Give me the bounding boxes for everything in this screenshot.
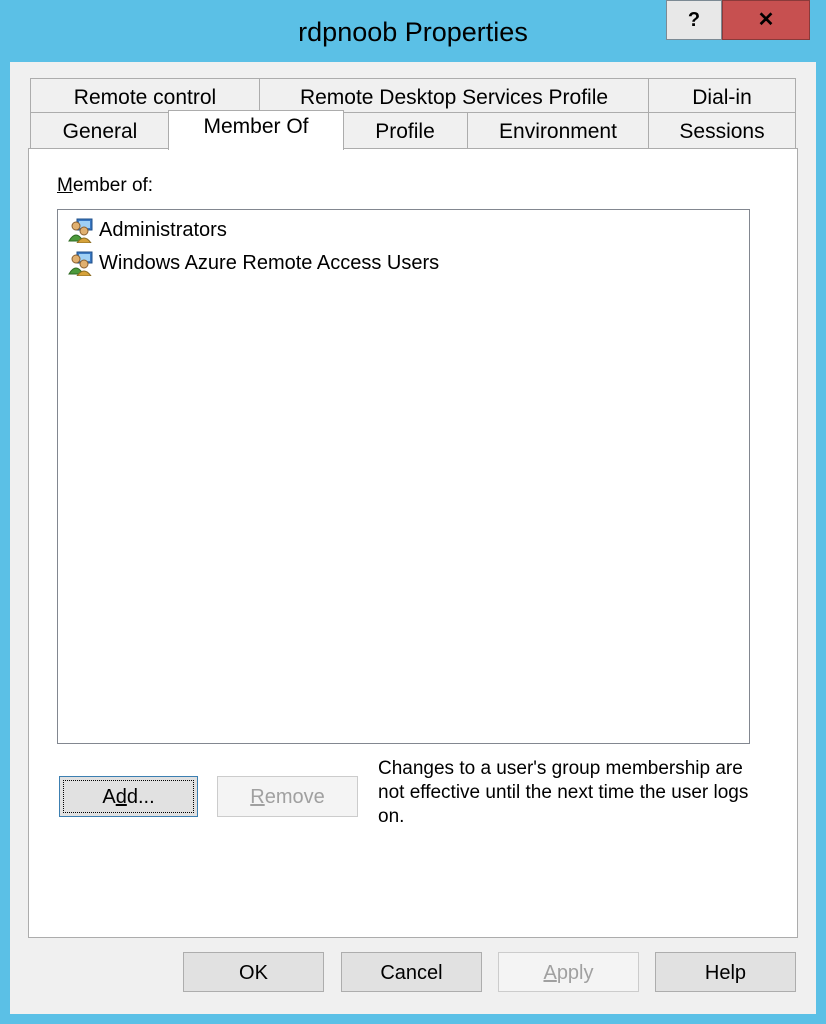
group-icon (68, 218, 93, 243)
group-name: Administrators (99, 219, 227, 241)
group-icon (68, 251, 93, 276)
member-of-label: Member of: (57, 175, 154, 196)
apply-button[interactable]: Apply (498, 952, 639, 992)
member-of-panel: Member of: Administrators Windows Azure … (28, 148, 798, 938)
tab-remote-control[interactable]: Remote control (30, 78, 260, 114)
remove-button[interactable]: Remove (217, 776, 358, 817)
add-button[interactable]: Add... (59, 776, 198, 817)
list-item[interactable]: Administrators (68, 215, 227, 245)
tab-remote-desktop-services-profile[interactable]: Remote Desktop Services Profile (259, 78, 649, 114)
group-name: Windows Azure Remote Access Users (99, 252, 440, 274)
focus-rectangle (63, 780, 194, 813)
help-button[interactable]: Help (655, 952, 796, 992)
ok-button[interactable]: OK (183, 952, 324, 992)
properties-window: rdpnoob Properties ? ✕ Remote control Re… (0, 0, 826, 1024)
tab-sessions[interactable]: Sessions (648, 112, 796, 148)
member-of-list[interactable]: Administrators Windows Azure Remote Acce… (57, 209, 750, 744)
tab-dial-in[interactable]: Dial-in (648, 78, 796, 114)
close-icon: ✕ (757, 9, 775, 31)
tab-member-of[interactable]: Member Of (168, 110, 344, 150)
help-caption-button[interactable]: ? (666, 0, 722, 40)
dialog-client: Remote control Remote Desktop Services P… (10, 62, 816, 1014)
list-item[interactable]: Windows Azure Remote Access Users (68, 248, 439, 278)
membership-note: Changes to a user's group membership are… (378, 758, 749, 827)
tab-environment[interactable]: Environment (467, 112, 649, 148)
close-button[interactable]: ✕ (722, 0, 810, 40)
tab-general[interactable]: General (30, 112, 170, 148)
tab-profile[interactable]: Profile (342, 112, 468, 148)
cancel-button[interactable]: Cancel (341, 952, 482, 992)
